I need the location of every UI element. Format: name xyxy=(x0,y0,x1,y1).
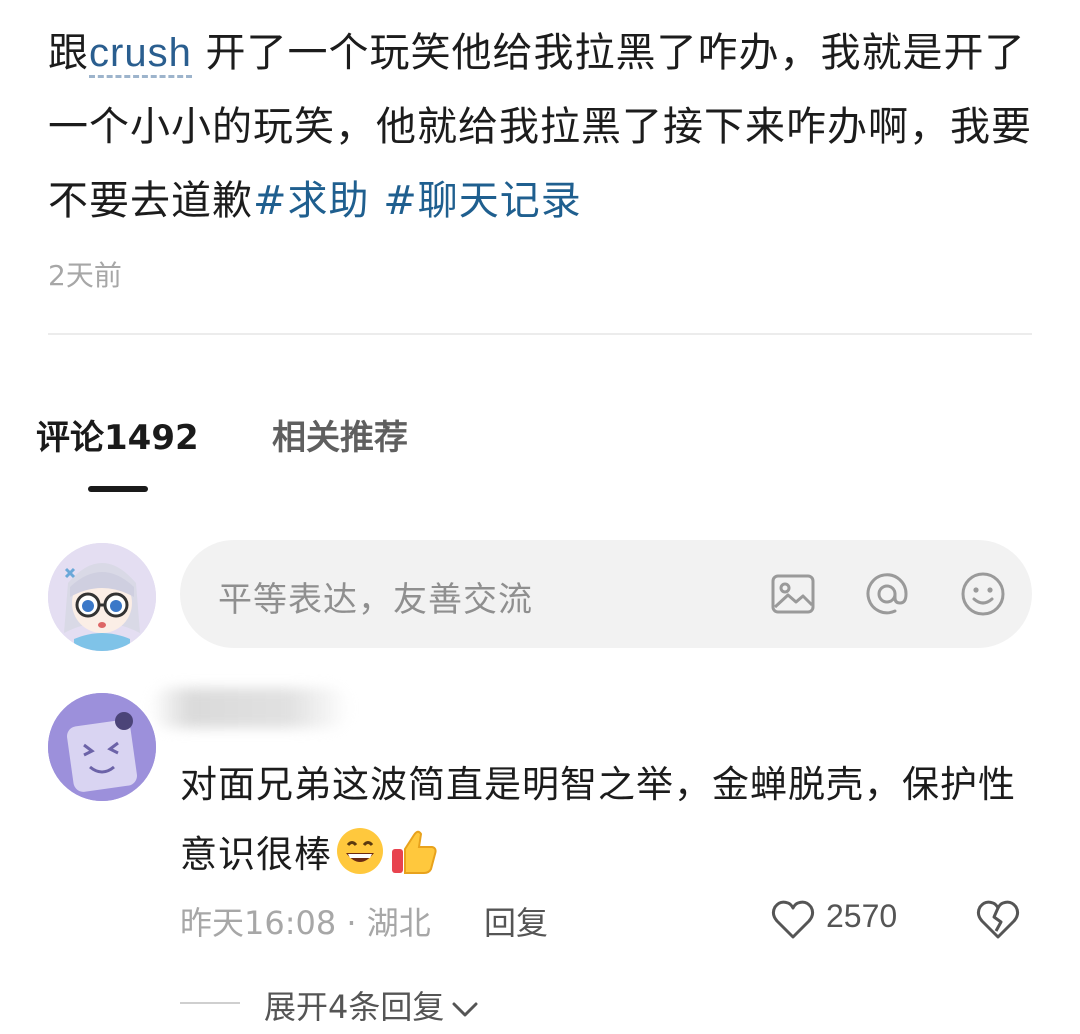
comment-input[interactable]: 平等表达，友善交流 xyxy=(180,540,1032,648)
like-count: 2570 xyxy=(826,898,898,934)
tab-comments[interactable]: 评论1492 xyxy=(36,410,199,459)
post-text-start: 跟 xyxy=(48,30,89,76)
expand-replies-button[interactable]: 展开4条回复 xyxy=(264,982,480,1028)
thumbs-up-emoji-icon xyxy=(388,825,440,877)
hashtag-chat-records[interactable]: #聊天记录 xyxy=(383,178,582,224)
comment-body: 对面兄弟这波简直是明智之举，金蝉脱壳，保护性意识很棒 xyxy=(180,763,1016,876)
commenter-avatar[interactable] xyxy=(48,693,156,801)
smiley-icon[interactable] xyxy=(958,569,1008,619)
crush-keyword-link[interactable]: crush xyxy=(89,31,192,78)
hashtag-help[interactable]: #求助 xyxy=(253,178,370,224)
grinning-face-emoji-icon xyxy=(334,825,386,877)
comment-text: 对面兄弟这波简直是明智之举，金蝉脱壳，保护性意识很棒 xyxy=(180,750,1040,890)
commenter-username-blurred xyxy=(150,688,350,728)
expand-replies-line xyxy=(180,1002,240,1004)
comment-input-placeholder: 平等表达，友善交流 xyxy=(218,580,533,620)
expand-replies-label: 展开4条回复 xyxy=(264,988,445,1026)
reply-button[interactable]: 回复 xyxy=(484,898,548,944)
post-timestamp: 2天前 xyxy=(48,259,122,292)
image-icon[interactable] xyxy=(768,569,818,619)
broken-heart-icon[interactable] xyxy=(974,897,1022,943)
at-mention-icon[interactable] xyxy=(862,569,912,619)
tab-related-recommendations[interactable]: 相关推荐 xyxy=(272,410,408,459)
comment-time-location: 昨天16:08 · 湖北 xyxy=(180,904,431,942)
active-tab-indicator xyxy=(88,486,148,492)
chevron-down-icon xyxy=(450,990,480,1028)
section-divider xyxy=(48,333,1032,335)
current-user-avatar[interactable] xyxy=(48,543,156,651)
post-body: 跟crush 开了一个玩笑他给我拉黑了咋办，我就是开了一个小小的玩笑，他就给我拉… xyxy=(48,16,1048,238)
heart-icon[interactable] xyxy=(770,897,816,943)
